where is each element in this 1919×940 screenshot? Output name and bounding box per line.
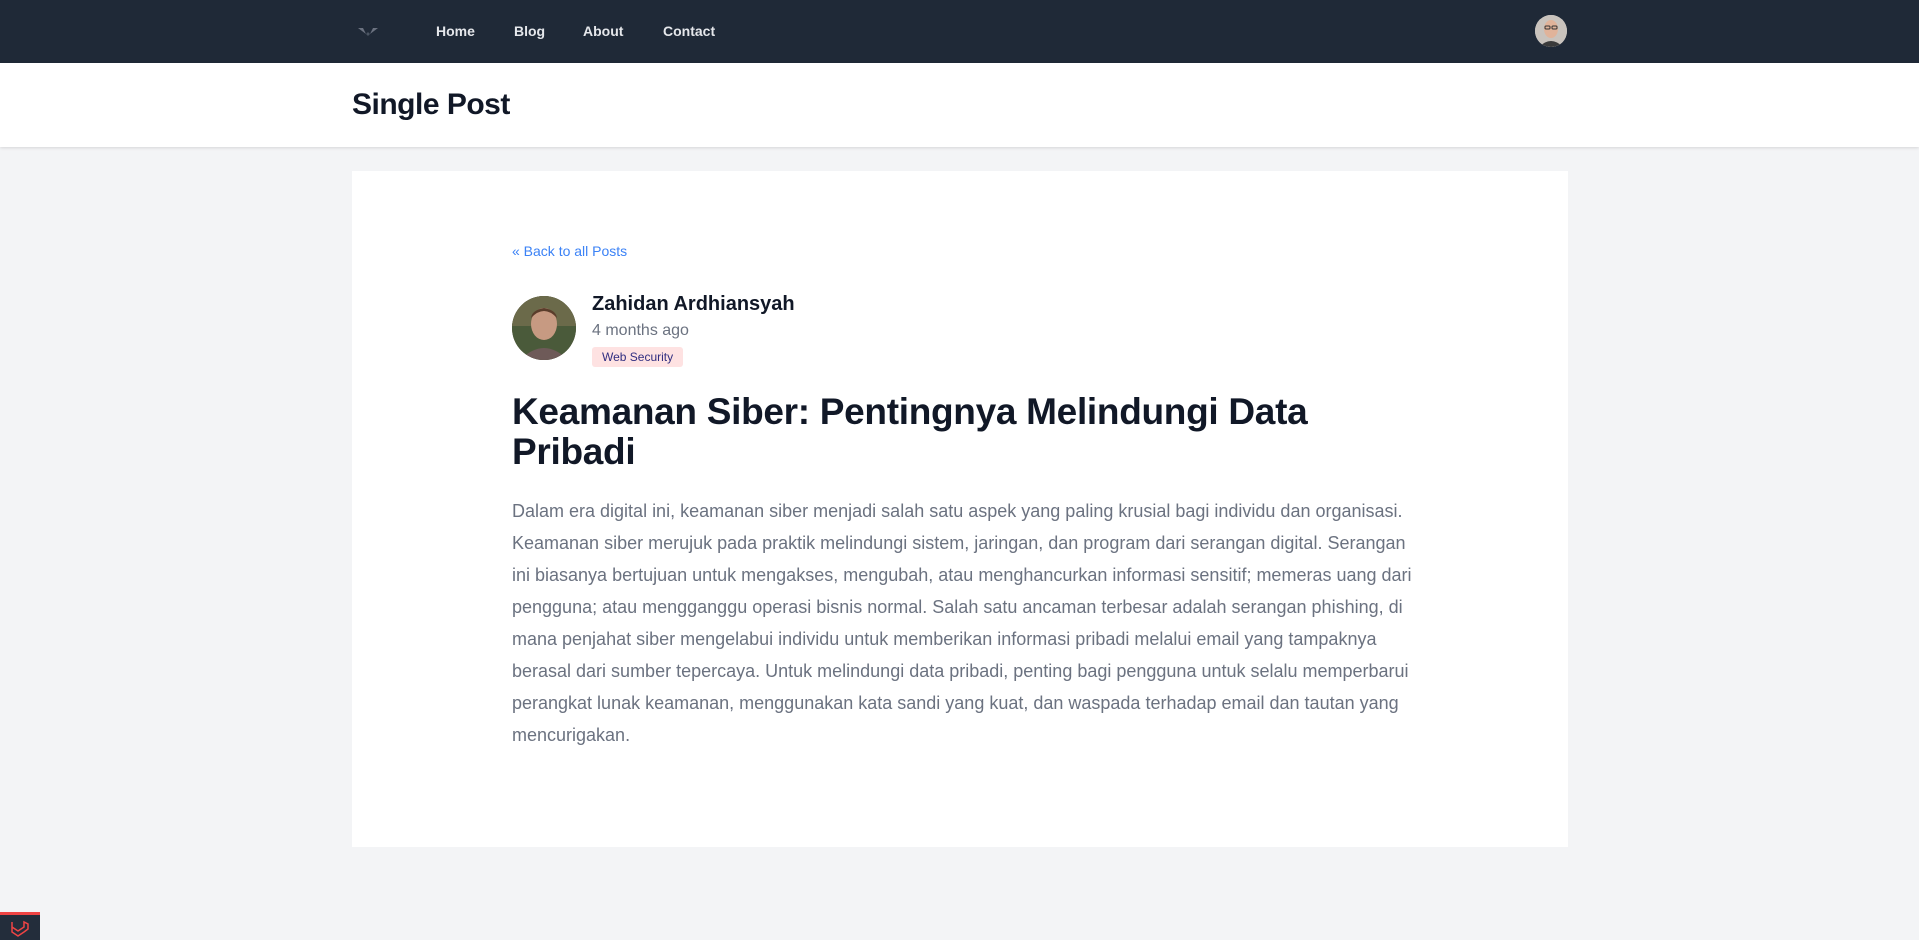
post-title: Keamanan Siber: Pentingnya Melindungi Da… <box>512 391 1308 472</box>
user-avatar[interactable] <box>1535 15 1567 47</box>
nav-link-blog[interactable]: Blog <box>514 0 545 63</box>
author-avatar <box>512 296 576 360</box>
top-navbar: Home Blog About Contact <box>0 0 1919 63</box>
back-to-posts-link[interactable]: « Back to all Posts <box>512 243 627 259</box>
post-body: Dalam era digital ini, keamanan siber me… <box>512 501 1412 745</box>
logo-icon[interactable] <box>356 22 380 40</box>
page-title: Single Post <box>352 88 510 121</box>
debug-bar-toggle[interactable] <box>0 912 40 940</box>
page-header: Single Post <box>0 63 1919 147</box>
laravel-icon <box>11 920 29 937</box>
nav-link-home[interactable]: Home <box>436 0 475 63</box>
post-timestamp: 4 months ago <box>592 322 689 339</box>
author-name[interactable]: Zahidan Ardhiansyah <box>592 293 795 316</box>
post-card: « Back to all Posts Zahidan Ardhiansyah … <box>352 171 1568 847</box>
nav-link-contact[interactable]: Contact <box>663 0 715 63</box>
category-badge[interactable]: Web Security <box>592 347 684 367</box>
nav-link-about[interactable]: About <box>583 0 623 63</box>
